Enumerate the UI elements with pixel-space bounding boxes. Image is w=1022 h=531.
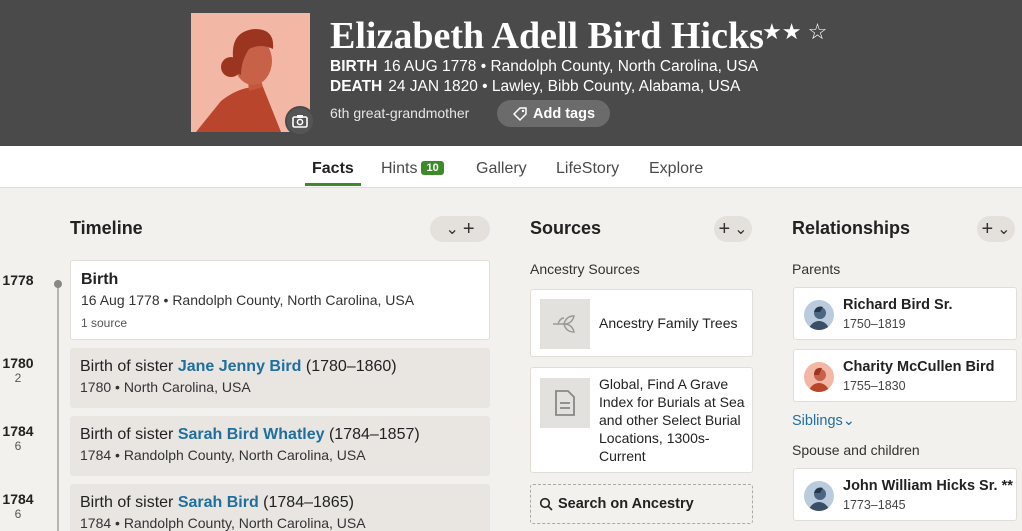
source-title: Global, Find A Grave Index for Burials a…: [599, 376, 745, 464]
relative-dates: 1750–1819: [843, 317, 906, 331]
source-title: Ancestry Family Trees: [599, 315, 738, 331]
event-sources[interactable]: 1 source: [81, 316, 479, 330]
tab-explore[interactable]: Explore: [649, 160, 703, 178]
relationship-label: 6th great-grandmother: [330, 105, 470, 121]
event-suffix: (1780–1860): [301, 358, 397, 375]
relative-dates: 1755–1830: [843, 379, 906, 393]
person-link[interactable]: Sarah Bird: [178, 494, 259, 511]
event-detail: 1784 • Randolph County, North Carolina, …: [80, 515, 366, 531]
leaf-icon: [540, 299, 590, 349]
chevron-down-icon[interactable]: ⌄: [445, 219, 458, 239]
search-icon: [539, 497, 553, 511]
relative-name: John William Hicks Sr. **: [843, 478, 1013, 494]
relative-name: Charity McCullen Bird: [843, 359, 995, 375]
tab-bar: Facts Hints 10 Gallery LifeStory Explore: [0, 146, 1022, 188]
event-suffix: (1784–1857): [324, 426, 420, 443]
chevron-down-icon: ⌄: [842, 413, 855, 429]
parent-card[interactable]: Charity McCullen Bird 1755–1830: [793, 349, 1017, 402]
camera-icon: [292, 115, 308, 128]
parent-card[interactable]: Richard Bird Sr. 1750–1819: [793, 287, 1017, 340]
death-value: 24 JAN 1820 • Lawley, Bibb County, Alaba…: [388, 78, 741, 95]
event-suffix: (1784–1865): [258, 494, 354, 511]
siblings-label: Siblings: [792, 413, 843, 429]
add-tags-button[interactable]: Add tags: [497, 100, 610, 127]
tab-gallery[interactable]: Gallery: [476, 160, 527, 178]
timeline-event-sibling[interactable]: Birth of sister Sarah Bird (1784–1865) 1…: [70, 484, 490, 531]
active-tab-indicator: [305, 183, 361, 186]
timeline-event-birth[interactable]: Birth 16 Aug 1778 • Randolph County, Nor…: [70, 260, 490, 340]
event-year: 1784: [2, 423, 34, 439]
birth-fact: BIRTH 16 AUG 1778 • Randolph County, Nort…: [330, 58, 758, 76]
hints-count-badge: 10: [421, 161, 444, 175]
relationships-title: Relationships: [792, 218, 911, 238]
tab-hints[interactable]: Hints 10: [381, 160, 444, 178]
timeline-dot: [54, 280, 62, 288]
male-avatar-icon: [804, 481, 834, 511]
chevron-down-icon: ⌄: [997, 221, 1011, 238]
tag-icon: [513, 106, 527, 121]
timeline-controls: ⌄ +: [430, 216, 490, 242]
event-age: 2: [14, 371, 22, 385]
add-source-button[interactable]: + ⌄: [714, 216, 752, 242]
plus-icon: +: [718, 217, 731, 240]
person-header: Elizabeth Adell Bird Hicks ★★ ☆ BIRTH 16 …: [0, 0, 1022, 146]
add-tags-label: Add tags: [532, 105, 596, 122]
death-label: DEATH: [330, 78, 383, 95]
event-prefix: Birth of sister: [80, 426, 178, 443]
document-icon: [540, 378, 590, 428]
event-detail: 16 Aug 1778 • Randolph County, North Car…: [81, 292, 415, 308]
siblings-toggle[interactable]: Siblings⌄: [792, 413, 855, 429]
timeline-event-sibling[interactable]: Birth of sister Jane Jenny Bird (1780–18…: [70, 348, 490, 408]
person-name: Elizabeth Adell Bird Hicks: [330, 15, 764, 57]
tab-facts[interactable]: Facts: [312, 160, 354, 178]
event-age: 6: [14, 439, 22, 453]
event-year: 1780: [2, 355, 34, 371]
search-on-ancestry-button[interactable]: Search on Ancestry: [530, 484, 753, 524]
relative-name: Richard Bird Sr.: [843, 297, 953, 313]
tab-hints-label: Hints: [381, 160, 418, 177]
stars-text: ★★: [762, 19, 802, 44]
relative-dates: 1773–1845: [843, 498, 906, 512]
search-label: Search on Ancestry: [558, 496, 694, 512]
star-outline-icon[interactable]: ☆: [808, 19, 828, 44]
event-detail: 1780 • North Carolina, USA: [80, 379, 251, 395]
source-item[interactable]: Global, Find A Grave Index for Burials a…: [530, 367, 753, 473]
male-avatar-icon: [804, 300, 834, 330]
event-prefix: Birth of sister: [80, 358, 178, 375]
source-item[interactable]: Ancestry Family Trees: [530, 289, 753, 357]
event-year: 1778: [2, 272, 34, 288]
spouse-card[interactable]: John William Hicks Sr. ** 1773–1845: [793, 468, 1017, 521]
change-photo-button[interactable]: [285, 106, 315, 136]
event-detail: 1784 • Randolph County, North Carolina, …: [80, 447, 366, 463]
spouse-children-label: Spouse and children: [792, 442, 920, 458]
stars-indicator[interactable]: ★★ ☆: [762, 19, 827, 45]
event-age: 6: [14, 507, 22, 521]
person-link[interactable]: Sarah Bird Whatley: [178, 426, 325, 443]
event-title: Birth: [81, 271, 119, 288]
add-event-icon[interactable]: +: [463, 218, 475, 241]
timeline-event-sibling[interactable]: Birth of sister Sarah Bird Whatley (1784…: [70, 416, 490, 476]
ancestry-sources-label: Ancestry Sources: [530, 261, 640, 277]
female-avatar-icon: [804, 362, 834, 392]
parents-label: Parents: [792, 261, 841, 277]
event-prefix: Birth of sister: [80, 494, 178, 511]
birth-value: 16 AUG 1778 • Randolph County, North Car…: [383, 58, 759, 75]
birth-label: BIRTH: [330, 58, 378, 75]
timeline-title: Timeline: [70, 218, 143, 238]
sources-title: Sources: [530, 218, 602, 238]
person-link[interactable]: Jane Jenny Bird: [178, 358, 302, 375]
tab-lifestory[interactable]: LifeStory: [556, 160, 619, 178]
event-year: 1784: [2, 491, 34, 507]
chevron-down-icon: ⌄: [734, 221, 748, 238]
plus-icon: +: [981, 217, 994, 240]
timeline-line: [57, 280, 59, 531]
death-fact: DEATH 24 JAN 1820 • Lawley, Bibb County, …: [330, 78, 740, 96]
add-relationship-button[interactable]: + ⌄: [977, 216, 1015, 242]
